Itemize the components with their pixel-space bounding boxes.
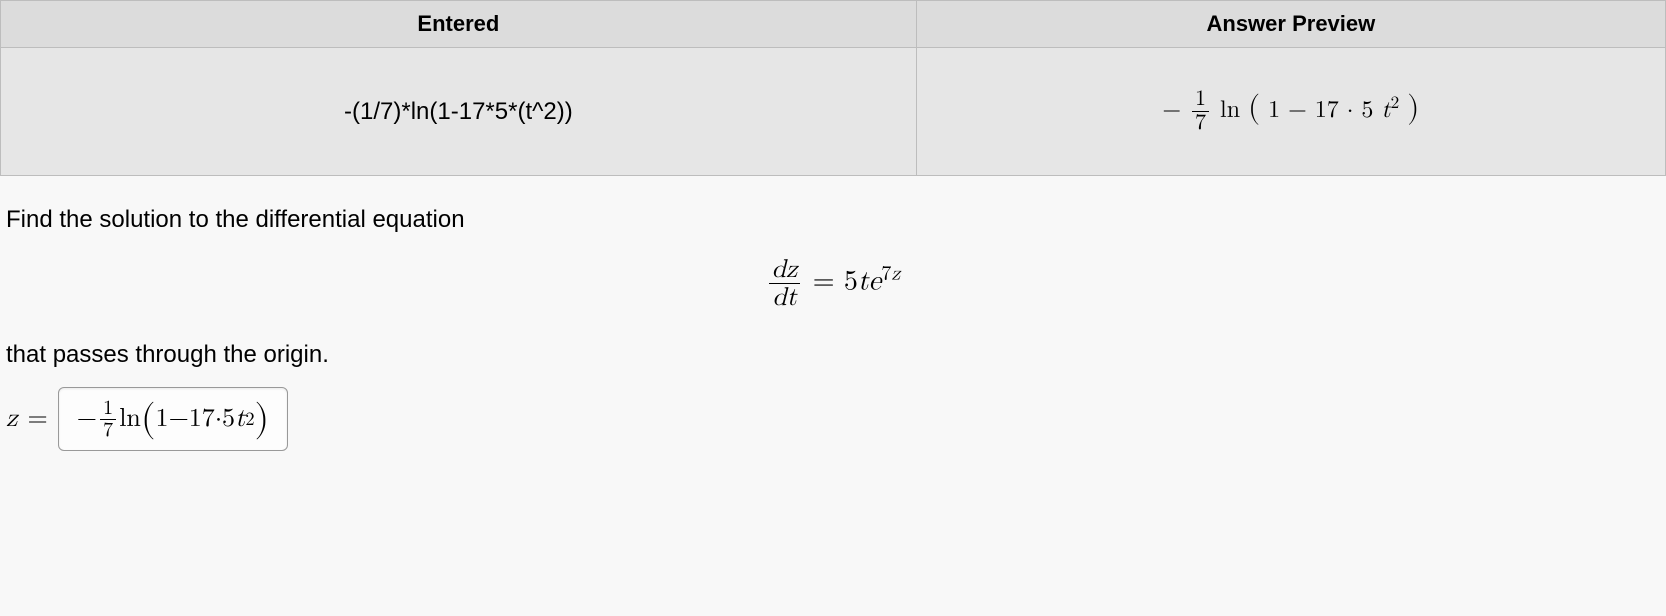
ans-frac-den: 7 (100, 420, 116, 441)
ans-neg: − (77, 404, 97, 435)
table-row: -(1/7)*ln(1-17*5*(t^2)) − 1 7 ln ( 1 − 1… (1, 48, 1666, 176)
ans-5: 5 (222, 404, 235, 435)
eq-rhs-5: 5 (844, 268, 858, 296)
answer-label-z: z (6, 404, 18, 435)
eq-rhs-e: e (869, 268, 881, 296)
answer-label-eq: = (28, 404, 48, 435)
eq-equals: = (813, 268, 844, 296)
ans-dot: · (215, 404, 222, 435)
preview-one: 1 (1268, 98, 1280, 122)
ans-ln: ln (119, 404, 141, 435)
preview-t: t (1381, 98, 1390, 122)
ans-fraction: 1 7 (100, 398, 116, 442)
ans-minus: − (169, 404, 189, 435)
col-header-entered: Entered (1, 1, 917, 48)
question-body: Find the solution to the differential eq… (0, 176, 1666, 471)
eq-frac-den: dt (769, 284, 799, 311)
entered-cell: -(1/7)*ln(1-17*5*(t^2)) (1, 48, 917, 176)
question-line-2: that passes through the origin. (6, 341, 1660, 369)
question-line-1: Find the solution to the differential eq… (6, 206, 1660, 234)
ans-rpar: ) (255, 397, 270, 442)
preview-rpar: ) (1407, 93, 1419, 124)
answer-preview-table: Entered Answer Preview -(1/7)*ln(1-17*5*… (0, 0, 1666, 176)
preview-neg: − (1162, 98, 1181, 122)
preview-ln: ln (1220, 98, 1240, 122)
answer-input[interactable]: − 1 7 ln ( 1 − 17 · 5 t2 ) (58, 387, 288, 451)
preview-expression: − 1 7 ln ( 1 − 17 · 5 t2 ) (1162, 98, 1419, 122)
preview-fraction: 1 7 (1192, 88, 1209, 135)
ans-lpar: ( (141, 397, 156, 442)
ans-sup2: 2 (245, 408, 254, 431)
ans-one: 1 (156, 404, 169, 435)
col-header-preview: Answer Preview (916, 1, 1665, 48)
ans-17: 17 (189, 404, 215, 435)
preview-frac-den: 7 (1192, 112, 1209, 135)
ans-t: t (235, 404, 245, 435)
eq-rhs-sup-7: 7 (881, 264, 891, 284)
preview-lpar: ( (1248, 93, 1260, 124)
differential-equation: dz dt = 5te7z (6, 256, 1660, 311)
preview-cell: − 1 7 ln ( 1 − 17 · 5 t2 ) (916, 48, 1665, 176)
eq-rhs-t: t (858, 268, 869, 296)
eq-lhs-fraction: dz dt (769, 256, 801, 311)
preview-5: 5 (1361, 98, 1373, 122)
preview-17: 17 (1315, 98, 1339, 122)
eq-rhs-sup-z: z (891, 264, 900, 284)
eq-frac-num: dz (769, 256, 801, 284)
preview-frac-num: 1 (1192, 88, 1209, 112)
preview-sup2: 2 (1391, 95, 1400, 112)
answer-line: z = − 1 7 ln ( 1 − 17 · 5 t2 ) (6, 387, 1660, 451)
ans-frac-num: 1 (100, 398, 116, 420)
preview-dot: · (1347, 98, 1362, 122)
table-header-row: Entered Answer Preview (1, 1, 1666, 48)
preview-minus: − (1288, 98, 1315, 122)
